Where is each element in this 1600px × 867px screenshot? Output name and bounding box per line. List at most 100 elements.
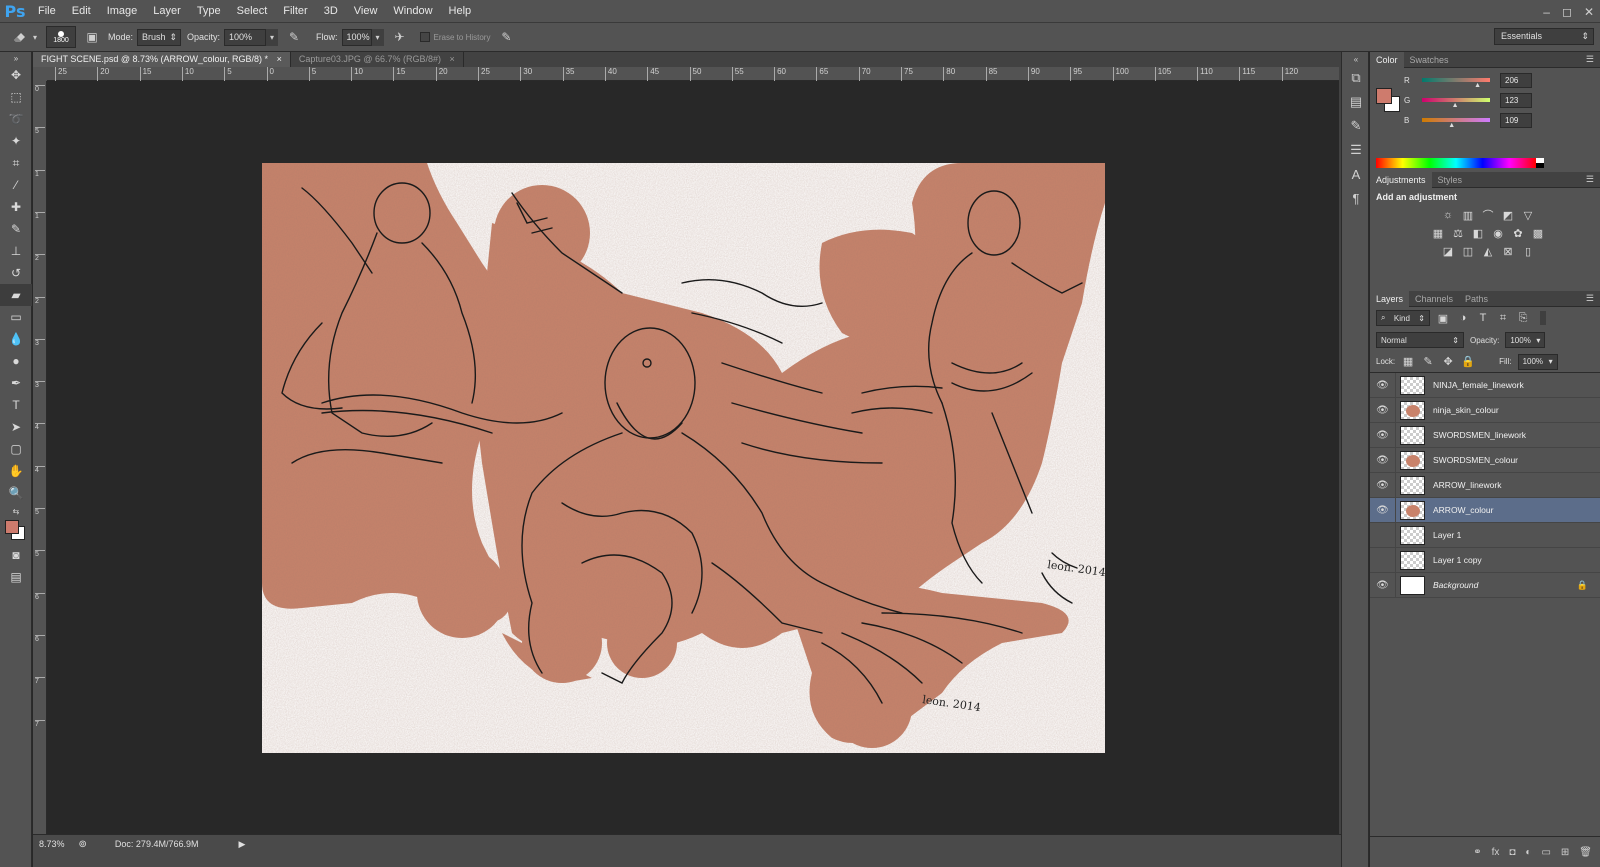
layer-name[interactable]: ARROW_linework (1433, 480, 1502, 490)
menu-window[interactable]: Window (385, 0, 440, 23)
magic-wand-tool-icon[interactable]: ✦ (0, 130, 32, 152)
channel-slider[interactable]: ▲ (1422, 118, 1490, 129)
collapse-arrows-icon[interactable]: « (1342, 52, 1370, 66)
blend-mode-select[interactable]: Normal ⇕ (1376, 332, 1464, 348)
layer-row[interactable]: 👁 ninja_skin_colour (1370, 397, 1600, 423)
workspace-switcher[interactable]: Essentials ⇕ (1494, 28, 1594, 45)
smart-object-filter-icon[interactable]: ⎘ (1516, 311, 1530, 325)
zoom-level[interactable]: 8.73% (39, 839, 65, 849)
posterize-icon[interactable]: ◫ (1461, 244, 1475, 258)
type-filter-icon[interactable]: T (1476, 311, 1490, 325)
brush-panel-icon[interactable]: ☰ (1342, 138, 1370, 162)
artwork-canvas[interactable]: leon. 2014 leon. 2014 (262, 163, 1105, 753)
selective-color-icon[interactable]: ⊠ (1501, 244, 1515, 258)
panel-menu-icon[interactable]: ☰ (1586, 174, 1594, 185)
visibility-eye-icon[interactable]: 👁 (1370, 372, 1396, 398)
mode-select[interactable]: Brush ⇕ (137, 28, 182, 46)
channel-value[interactable]: 109 (1500, 112, 1532, 128)
channel-mixer-icon[interactable]: ✿ (1511, 226, 1525, 240)
threshold-icon[interactable]: ◭ (1481, 244, 1495, 258)
layer-thumbnail[interactable] (1400, 550, 1425, 570)
invert-icon[interactable]: ◪ (1441, 244, 1455, 258)
layer-thumbnail[interactable] (1400, 500, 1425, 520)
layer-name[interactable]: Layer 1 (1433, 530, 1461, 540)
menu-3d[interactable]: 3D (316, 0, 346, 23)
status-menu-arrow-icon[interactable]: ▶ (238, 839, 245, 850)
levels-icon[interactable]: ▥ (1461, 208, 1475, 222)
swap-colors-icon[interactable]: ⇆ (0, 504, 32, 518)
new-layer-icon[interactable]: ⊞ (1561, 847, 1569, 858)
visibility-eye-icon[interactable]: 👁 (1370, 422, 1396, 448)
healing-brush-tool-icon[interactable]: ✚ (0, 196, 32, 218)
adjustment-filter-icon[interactable]: ◑ (1456, 311, 1470, 325)
canvas-area[interactable]: leon. 2014 leon. 2014 (47, 81, 1353, 834)
layer-row[interactable]: 👁 SWORDSMEN_colour (1370, 447, 1600, 473)
dodge-tool-icon[interactable]: ● (0, 350, 32, 372)
new-group-icon[interactable]: ▭ (1541, 847, 1550, 858)
layer-name[interactable]: Background (1433, 580, 1478, 590)
properties-panel-icon[interactable]: ▤ (1342, 90, 1370, 114)
lock-pixels-icon[interactable]: ✎ (1421, 355, 1435, 369)
collapse-arrows-icon[interactable]: » (0, 52, 32, 64)
status-icon[interactable]: ⊚ (79, 839, 87, 850)
color-spectrum[interactable] (1376, 158, 1536, 168)
menu-select[interactable]: Select (229, 0, 276, 23)
paragraph-panel-icon[interactable]: ¶ (1342, 186, 1370, 210)
layer-name[interactable]: SWORDSMEN_linework (1433, 430, 1526, 440)
layer-thumbnail[interactable] (1400, 575, 1425, 595)
type-tool-icon[interactable]: T (0, 394, 32, 416)
menu-view[interactable]: View (346, 0, 386, 23)
visibility-eye-icon[interactable] (1370, 547, 1396, 573)
black-white-ramp[interactable] (1536, 158, 1544, 168)
layer-opacity-field[interactable]: 100% ▾ (1505, 332, 1546, 348)
opacity-dropdown-icon[interactable]: ▾ (266, 28, 279, 46)
clone-stamp-tool-icon[interactable]: ⊥ (0, 240, 32, 262)
pixel-filter-icon[interactable]: ▣ (1436, 311, 1450, 325)
tool-preset-arrow-icon[interactable]: ▾ (30, 27, 40, 47)
layer-name[interactable]: Layer 1 copy (1433, 555, 1482, 565)
layer-thumbnail[interactable] (1400, 450, 1425, 470)
photo-filter-icon[interactable]: ◉ (1491, 226, 1505, 240)
visibility-eye-icon[interactable]: 👁 (1370, 472, 1396, 498)
pen-tool-icon[interactable]: ✒ (0, 372, 32, 394)
kind-filter-select[interactable]: ⌕ Kind ⇕ (1376, 310, 1430, 326)
menu-filter[interactable]: Filter (275, 0, 315, 23)
channel-value[interactable]: 206 (1500, 72, 1532, 88)
foreground-color-swatch[interactable] (5, 520, 19, 534)
lock-transparency-icon[interactable]: ▦ (1401, 355, 1415, 369)
channel-slider[interactable]: ▲ (1422, 98, 1490, 109)
eyedropper-tool-icon[interactable]: ⁄ (0, 174, 32, 196)
hand-tool-icon[interactable]: ✋ (0, 460, 32, 482)
eraser-tool-icon[interactable]: ▰ (0, 284, 32, 306)
layer-thumbnail[interactable] (1400, 400, 1425, 420)
channel-slider[interactable]: ▲ (1422, 78, 1490, 89)
menu-image[interactable]: Image (99, 0, 146, 23)
character-panel-icon[interactable]: A (1342, 162, 1370, 186)
menu-type[interactable]: Type (189, 0, 229, 23)
visibility-eye-icon[interactable]: 👁 (1370, 497, 1396, 523)
lock-all-icon[interactable]: 🔒 (1461, 355, 1475, 369)
close-icon[interactable]: × (277, 54, 282, 64)
blur-tool-icon[interactable]: 💧 (0, 328, 32, 350)
slider-handle-icon[interactable]: ▲ (1448, 122, 1455, 129)
exposure-icon[interactable]: ◩ (1501, 208, 1515, 222)
tab-fight-scene[interactable]: FIGHT SCENE.psd @ 8.73% (ARROW_colour, R… (33, 52, 291, 67)
channel-value[interactable]: 123 (1500, 92, 1532, 108)
visibility-eye-icon[interactable]: 👁 (1370, 447, 1396, 473)
tab-adjustments[interactable]: Adjustments (1370, 171, 1432, 188)
history-brush-tool-icon[interactable]: ↺ (0, 262, 32, 284)
close-icon[interactable]: × (450, 54, 455, 64)
marquee-tool-icon[interactable]: ⬚ (0, 86, 32, 108)
flow-dropdown-icon[interactable]: ▾ (371, 28, 384, 46)
erase-history-checkbox[interactable] (419, 32, 430, 42)
crop-tool-icon[interactable]: ⌗ (0, 152, 32, 174)
gradient-map-icon[interactable]: ▯ (1521, 244, 1535, 258)
visibility-eye-icon[interactable]: 👁 (1370, 572, 1396, 598)
brush-panel-toggle-icon[interactable]: ▣ (82, 27, 102, 47)
gradient-tool-icon[interactable]: ▭ (0, 306, 32, 328)
minimize-icon[interactable]: – (1543, 5, 1550, 19)
brush-tool-icon[interactable]: ✎ (0, 218, 32, 240)
restore-icon[interactable]: ◻ (1562, 5, 1572, 19)
tab-color[interactable]: Color (1370, 51, 1404, 68)
pressure-opacity-icon[interactable]: ✎ (284, 27, 304, 47)
